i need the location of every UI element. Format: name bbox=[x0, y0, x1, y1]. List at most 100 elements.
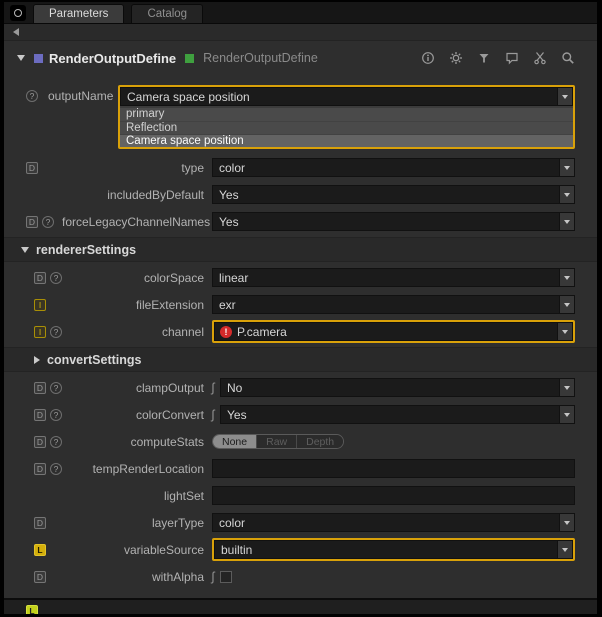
channel-dropdown[interactable]: ! P.camera bbox=[214, 322, 573, 341]
colorSpace-value: linear bbox=[213, 271, 559, 285]
includedByDefault-value: Yes bbox=[213, 188, 559, 202]
clampOutput-dropdown[interactable]: No bbox=[220, 378, 575, 397]
outputName-option-list: primary Reflection Camera space position bbox=[120, 106, 573, 147]
layerType-value: color bbox=[213, 516, 559, 530]
dropdown-arrow-icon[interactable] bbox=[559, 379, 574, 396]
state-badges: ? bbox=[26, 90, 48, 102]
incoming-state-badge: I bbox=[34, 326, 46, 338]
node-header: RenderOutputDefine RenderOutputDefine bbox=[4, 41, 597, 75]
state-badges: D bbox=[26, 162, 62, 174]
help-badge-icon: ? bbox=[50, 436, 62, 448]
dropdown-arrow-icon[interactable] bbox=[559, 406, 574, 423]
back-arrow-icon[interactable] bbox=[13, 28, 19, 36]
collapse-triangle-icon[interactable] bbox=[17, 55, 25, 61]
shears-icon[interactable] bbox=[533, 51, 547, 65]
parameters-content: RenderOutputDefine RenderOutputDefine bbox=[4, 41, 597, 614]
type-dropdown[interactable]: color bbox=[212, 158, 575, 177]
local-state-badge: L bbox=[34, 544, 46, 556]
withAlpha-checkbox[interactable] bbox=[220, 571, 232, 583]
expression-state-icon: ʃ bbox=[206, 407, 220, 422]
param-label: tempRenderLocation bbox=[70, 462, 212, 476]
expression-state-icon: ʃ bbox=[206, 380, 220, 395]
param-label: forceLegacyChannelNames bbox=[62, 215, 212, 229]
dropdown-arrow-icon[interactable] bbox=[557, 323, 572, 340]
incoming-state-badge: I bbox=[34, 299, 46, 311]
param-row-colorSpace: D ? colorSpace linear bbox=[4, 264, 597, 291]
segment-none[interactable]: None bbox=[213, 435, 256, 448]
node-icon bbox=[10, 5, 26, 21]
tab-parameters[interactable]: Parameters bbox=[33, 4, 124, 23]
param-label: type bbox=[62, 161, 212, 175]
param-row-clampOutput: D ? clampOutput ʃ No bbox=[4, 374, 597, 401]
param-row-fileExtension: I fileExtension exr bbox=[4, 291, 597, 318]
variableSource-dropdown[interactable]: builtin bbox=[214, 540, 573, 559]
dropdown-arrow-icon[interactable] bbox=[559, 296, 574, 313]
param-row-type: D type color bbox=[4, 154, 597, 181]
default-state-badge: D bbox=[34, 517, 46, 529]
default-state-badge: D bbox=[34, 571, 46, 583]
group-rendererSettings[interactable]: rendererSettings bbox=[4, 237, 597, 262]
panel-frame: Parameters Catalog RenderOutputDefine Re… bbox=[4, 2, 597, 614]
param-row-forceLegacyChannelNames: D ? forceLegacyChannelNames Yes bbox=[4, 208, 597, 235]
state-badges: D ? bbox=[34, 382, 70, 394]
tab-bar: Parameters Catalog bbox=[4, 2, 597, 24]
dropdown-option[interactable]: primary bbox=[120, 108, 573, 121]
dropdown-arrow-icon[interactable] bbox=[559, 186, 574, 203]
local-state-badge: L bbox=[26, 605, 38, 614]
dropdown-arrow-icon[interactable] bbox=[559, 213, 574, 230]
fileExtension-value: exr bbox=[213, 298, 559, 312]
param-row-tempRenderLocation: D ? tempRenderLocation bbox=[4, 455, 597, 482]
group-label: convertSettings bbox=[47, 353, 141, 367]
help-badge-icon: ? bbox=[26, 90, 38, 102]
default-state-badge: D bbox=[34, 409, 46, 421]
dropdown-arrow-icon[interactable] bbox=[559, 269, 574, 286]
expression-state-icon: ʃ bbox=[206, 569, 220, 584]
info-icon[interactable] bbox=[421, 51, 435, 65]
param-label: variableSource bbox=[70, 543, 212, 557]
dropdown-option-selected[interactable]: Camera space position bbox=[120, 134, 573, 147]
param-label: fileExtension bbox=[70, 298, 212, 312]
search-icon[interactable] bbox=[561, 51, 575, 65]
colorConvert-dropdown[interactable]: Yes bbox=[220, 405, 575, 424]
outputName-highlight: Camera space position primary Reflection… bbox=[118, 85, 575, 149]
tab-catalog[interactable]: Catalog bbox=[131, 4, 203, 23]
dropdown-option[interactable]: Reflection bbox=[120, 121, 573, 134]
node-title: RenderOutputDefine bbox=[49, 51, 176, 66]
forceLegacyChannelNames-dropdown[interactable]: Yes bbox=[212, 212, 575, 231]
dropdown-arrow-icon[interactable] bbox=[559, 514, 574, 531]
includedByDefault-dropdown[interactable]: Yes bbox=[212, 185, 575, 204]
clipped-next-row: L bbox=[4, 598, 597, 614]
clampOutput-value: No bbox=[221, 381, 559, 395]
segment-depth[interactable]: Depth bbox=[296, 435, 343, 448]
tempRenderLocation-input[interactable] bbox=[212, 459, 575, 478]
gear-icon[interactable] bbox=[449, 51, 463, 65]
default-state-badge: D bbox=[34, 436, 46, 448]
default-state-badge: D bbox=[26, 162, 38, 174]
outputName-dropdown[interactable]: Camera space position bbox=[120, 87, 573, 106]
param-label: lightSet bbox=[70, 489, 212, 503]
variableSource-value: builtin bbox=[215, 543, 557, 557]
dropdown-arrow-icon[interactable] bbox=[557, 88, 572, 105]
colorSpace-dropdown[interactable]: linear bbox=[212, 268, 575, 287]
layerType-dropdown[interactable]: color bbox=[212, 513, 575, 532]
header-toolbar bbox=[421, 51, 587, 65]
help-badge-icon: ? bbox=[42, 216, 54, 228]
param-row-outputName: ? outputName Camera space position prima… bbox=[4, 85, 597, 149]
channel-value: P.camera bbox=[232, 325, 557, 339]
group-closed-triangle-icon bbox=[34, 356, 40, 364]
param-label: computeStats bbox=[70, 435, 212, 449]
state-badges: L bbox=[34, 544, 70, 556]
param-row-lightSet: lightSet bbox=[4, 482, 597, 509]
dropdown-arrow-icon[interactable] bbox=[559, 159, 574, 176]
dropdown-arrow-icon[interactable] bbox=[557, 541, 572, 558]
default-state-badge: D bbox=[26, 216, 38, 228]
channel-highlight: ! P.camera bbox=[212, 320, 575, 343]
type-value: color bbox=[213, 161, 559, 175]
group-convertSettings[interactable]: convertSettings bbox=[4, 347, 597, 372]
segment-raw[interactable]: Raw bbox=[256, 435, 296, 448]
state-badges: I bbox=[34, 299, 70, 311]
comment-icon[interactable] bbox=[505, 51, 519, 65]
lightSet-input[interactable] bbox=[212, 486, 575, 505]
fileExtension-dropdown[interactable]: exr bbox=[212, 295, 575, 314]
filter-icon[interactable] bbox=[477, 51, 491, 65]
